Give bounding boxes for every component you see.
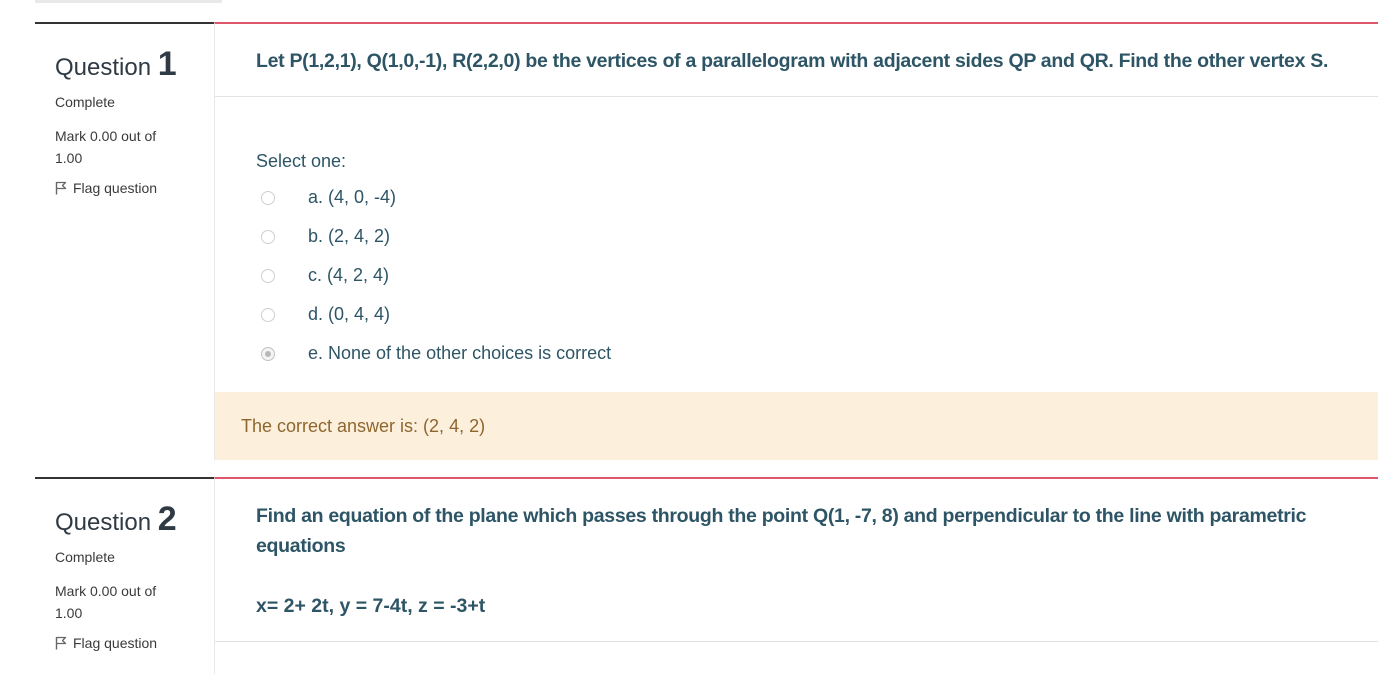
question-content: Let P(1,2,1), Q(1,0,-1), R(2,2,0) be the… (214, 22, 1378, 460)
radio-button[interactable] (261, 190, 275, 205)
flag-icon (55, 636, 67, 650)
answer-option-d[interactable]: d. (0, 4, 4) (261, 304, 390, 325)
question-state: Complete (55, 94, 115, 110)
question-number-value: 1 (157, 45, 177, 83)
parametric-equations: x= 2+ 2t, y = 7-4t, z = -3+t (256, 595, 486, 617)
option-label: e. None of the other choices is correct (308, 343, 612, 363)
question-grade: Mark 0.00 out of 1.00 (55, 128, 157, 166)
flag-question-link[interactable]: Flag question (55, 180, 157, 196)
question-number: Question 1 (55, 45, 177, 84)
question-2: Question 2 Complete Mark 0.00 out of 1.0… (35, 477, 1378, 674)
question-content: Find an equation of the plane which pass… (214, 477, 1378, 674)
option-label: a. (4, 0, -4) (308, 187, 397, 207)
question-label: Question (55, 54, 152, 81)
correct-answer-text: The correct answer is: (2, 4, 2) (241, 415, 486, 436)
radio-button-selected[interactable] (261, 346, 275, 361)
question-number-value: 2 (157, 500, 177, 538)
feedback-box: The correct answer is: (2, 4, 2) (215, 392, 1378, 460)
answer-option-e[interactable]: e. None of the other choices is correct (261, 343, 611, 364)
radio-button[interactable] (261, 229, 275, 244)
answer-option-b[interactable]: b. (2, 4, 2) (261, 226, 390, 247)
question-number: Question 2 (55, 500, 177, 539)
question-info: Question 2 Complete Mark 0.00 out of 1.0… (35, 477, 214, 674)
radio-button[interactable] (261, 268, 275, 283)
question-state: Complete (55, 549, 115, 565)
flag-question-link[interactable]: Flag question (55, 635, 157, 651)
flag-label: Flag question (73, 635, 158, 651)
previous-question-strip (35, 0, 222, 3)
radio-button[interactable] (261, 307, 275, 322)
question-1: Question 1 Complete Mark 0.00 out of 1.0… (35, 22, 1378, 460)
flag-icon (55, 181, 67, 195)
answer-option-a[interactable]: a. (4, 0, -4) (261, 187, 396, 208)
question-divider (215, 641, 1378, 642)
option-label: b. (2, 4, 2) (308, 226, 391, 246)
question-info: Question 1 Complete Mark 0.00 out of 1.0… (35, 22, 214, 460)
answer-option-c[interactable]: c. (4, 2, 4) (261, 265, 389, 286)
option-label: d. (0, 4, 4) (308, 304, 391, 324)
flag-label: Flag question (73, 180, 158, 196)
question-grade: Mark 0.00 out of 1.00 (55, 583, 157, 621)
question-text: Find an equation of the plane which pass… (256, 505, 1307, 557)
question-divider (215, 96, 1378, 97)
select-prompt: Select one: (256, 151, 347, 171)
question-label: Question (55, 509, 152, 536)
question-text: Let P(1,2,1), Q(1,0,-1), R(2,2,0) be the… (256, 50, 1329, 72)
option-label: c. (4, 2, 4) (308, 265, 390, 285)
